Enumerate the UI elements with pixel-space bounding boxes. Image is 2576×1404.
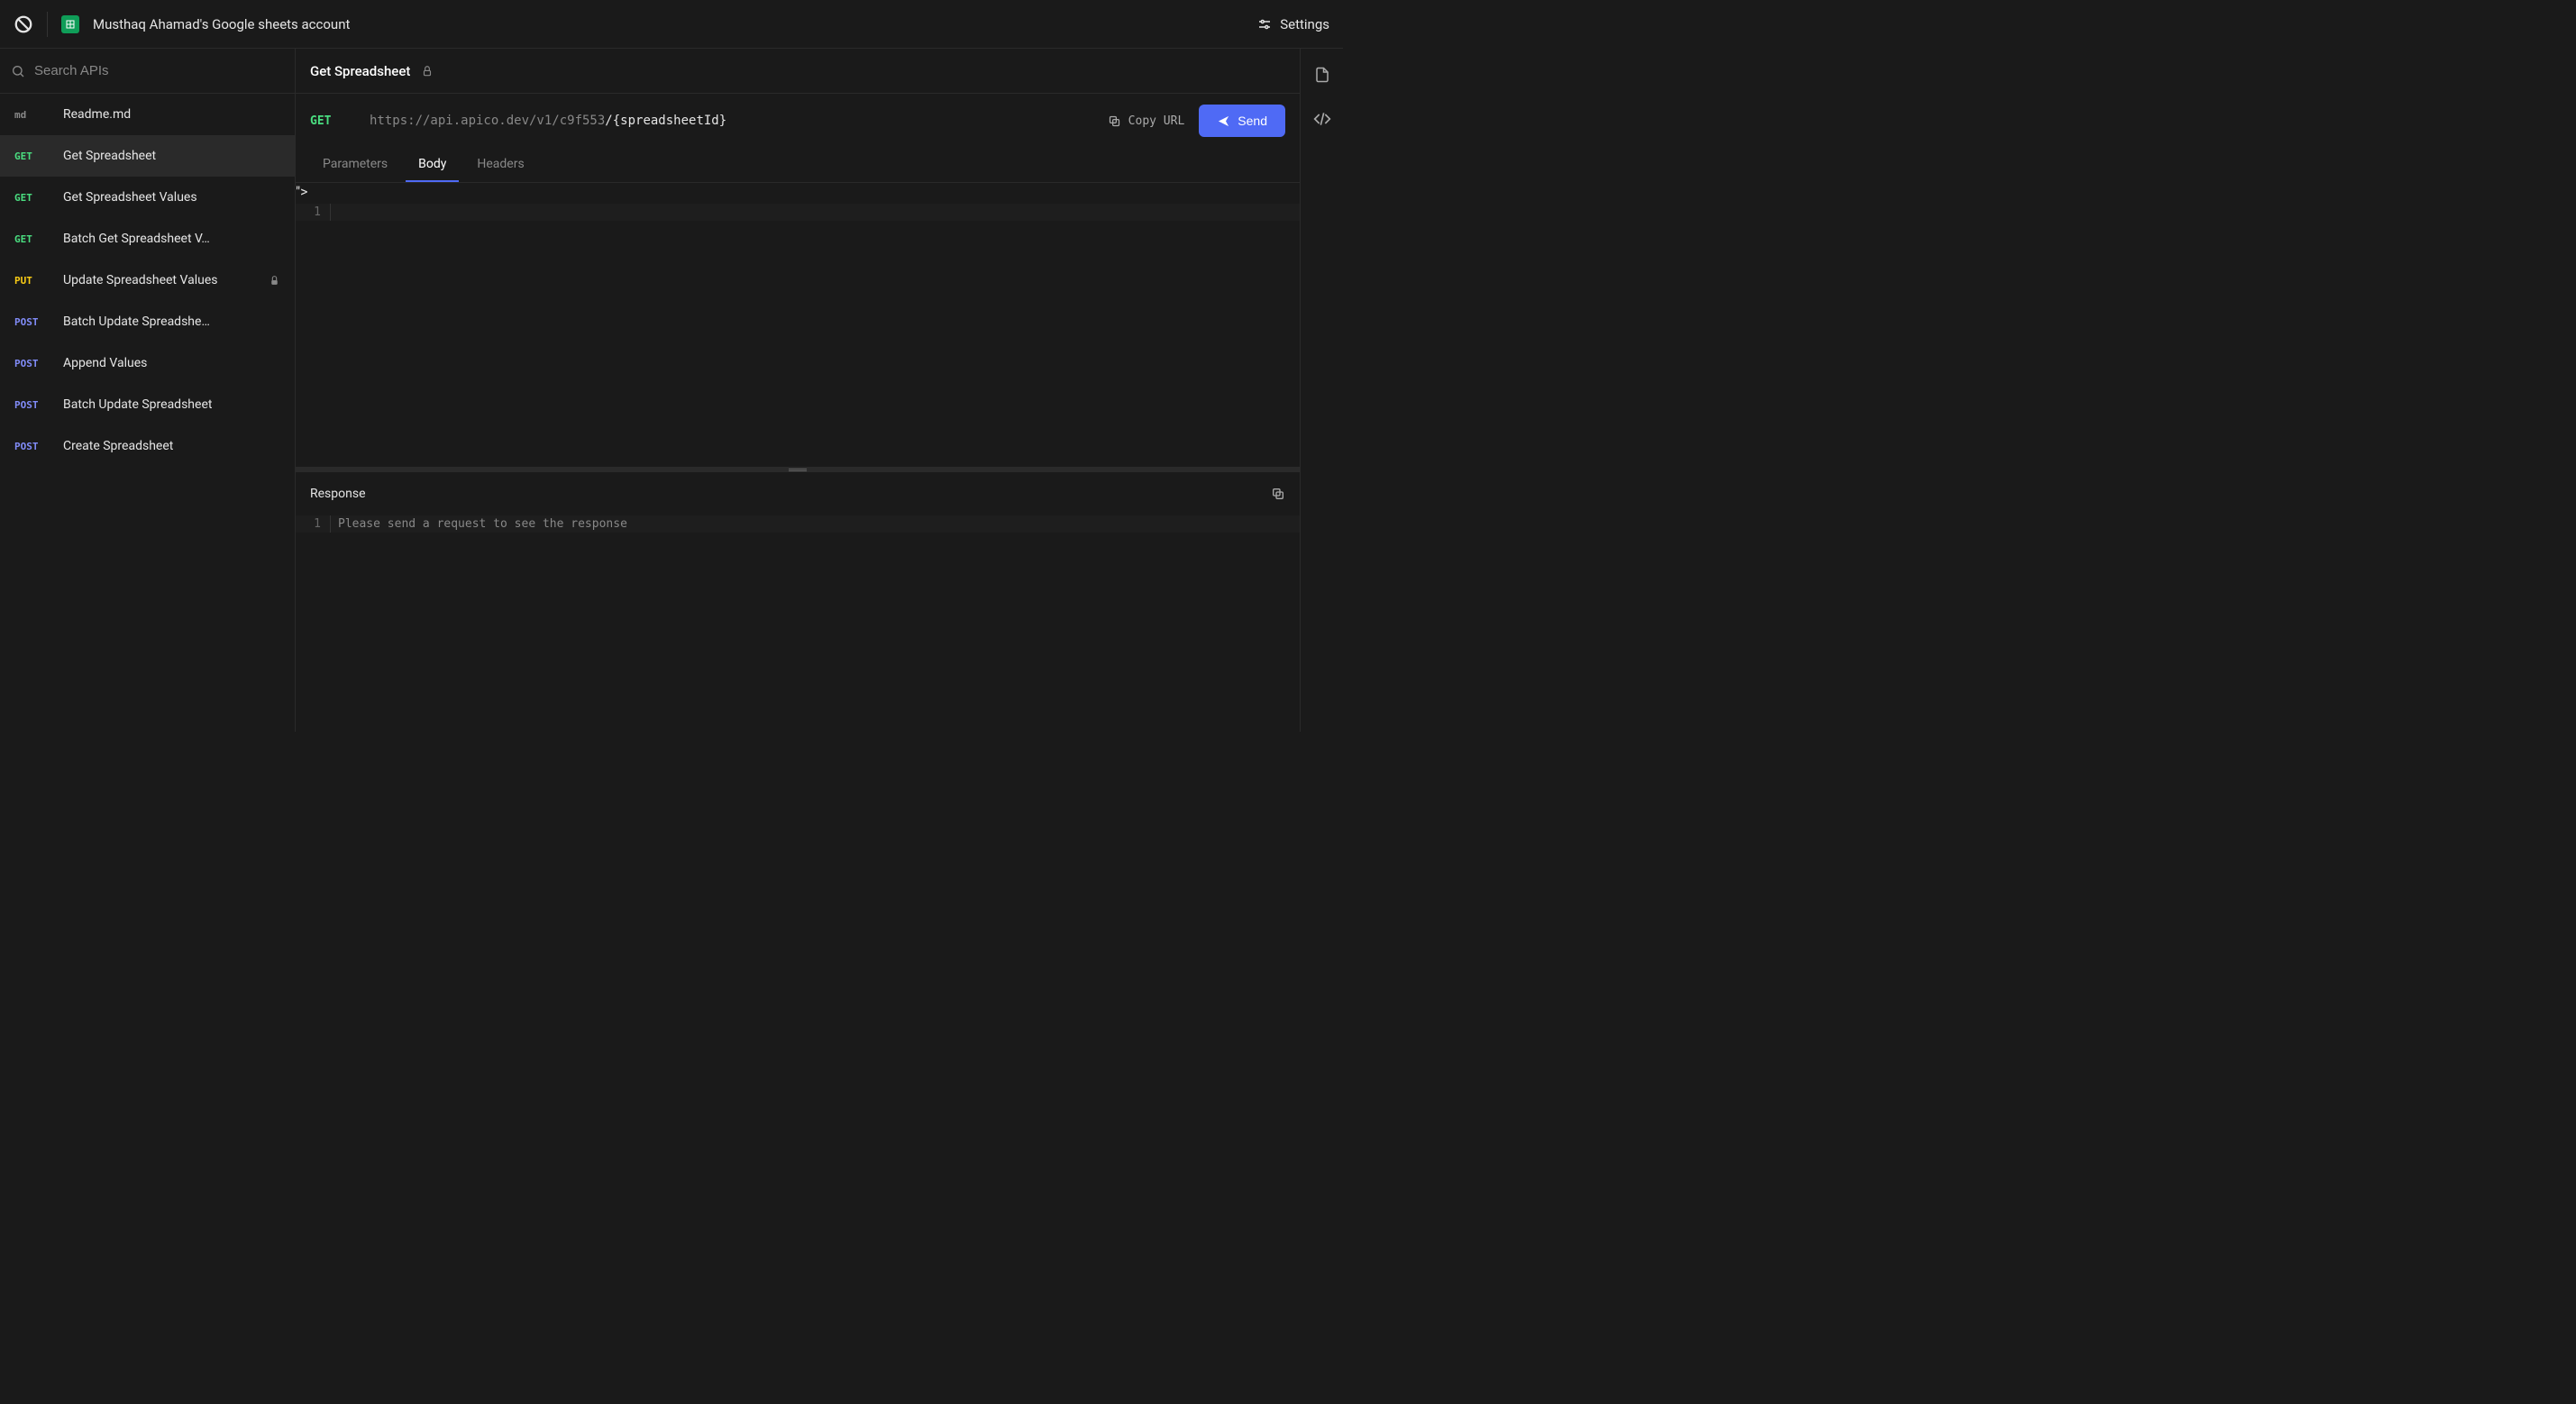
method-badge: PUT <box>14 275 50 287</box>
api-label: Batch Get Spreadsheet V… <box>63 232 280 246</box>
tab-headers[interactable]: Headers <box>464 148 536 182</box>
resize-handle[interactable] <box>296 467 1300 472</box>
title-row: Get Spreadsheet <box>296 49 1300 94</box>
copy-response-button[interactable] <box>1271 487 1285 501</box>
request-url[interactable]: https://api.apico.dev/v1/c9f553/{spreads… <box>370 114 1093 128</box>
line-number: 1 <box>296 515 330 533</box>
top-bar-left: Musthaq Ahamad's Google sheets account <box>14 12 350 37</box>
tab-parameters[interactable]: Parameters <box>310 148 400 182</box>
api-label: Create Spreadsheet <box>63 439 280 453</box>
editor-pane: "> 1 Response <box>296 183 1300 732</box>
settings-label: Settings <box>1280 16 1329 32</box>
api-label: Readme.md <box>63 107 280 122</box>
right-rail <box>1300 49 1343 732</box>
document-icon <box>1314 67 1330 83</box>
tab-body[interactable]: Body <box>406 148 459 182</box>
line-number: 1 <box>296 204 330 221</box>
url-path: /{spreadsheetId} <box>605 114 726 128</box>
method-badge: POST <box>14 358 50 369</box>
resize-grip-icon <box>787 469 808 471</box>
sidebar-item-append-values[interactable]: POST Append Values <box>0 342 295 384</box>
api-label: Append Values <box>63 356 280 370</box>
api-label: Update Spreadsheet Values <box>63 273 256 287</box>
method-badge: GET <box>14 233 50 245</box>
main-area: Get Spreadsheet GET https://api.apico.de… <box>296 49 1343 732</box>
copy-url-label: Copy URL <box>1128 114 1185 128</box>
request-tabs: Parameters Body Headers <box>296 148 1300 183</box>
settings-icon <box>1256 16 1273 32</box>
method-badge: md <box>14 109 50 121</box>
code-view-button[interactable] <box>1313 110 1331 128</box>
method-badge: POST <box>14 441 50 452</box>
divider <box>47 12 48 37</box>
api-label: Get Spreadsheet <box>63 149 280 163</box>
lock-icon <box>269 275 280 287</box>
send-button[interactable]: Send <box>1199 105 1285 137</box>
account-name: Musthaq Ahamad's Google sheets account <box>93 16 350 32</box>
sidebar-item-get-spreadsheet[interactable]: GET Get Spreadsheet <box>0 135 295 177</box>
sidebar-item-batch-update-values[interactable]: POST Batch Update Spreadshe… <box>0 301 295 342</box>
search-bar <box>0 49 295 94</box>
send-icon <box>1217 114 1230 128</box>
api-label: Batch Update Spreadsheet <box>63 397 280 412</box>
response-title: Response <box>310 487 366 501</box>
copy-icon <box>1108 114 1121 128</box>
content-pane: Get Spreadsheet GET https://api.apico.de… <box>296 49 1300 732</box>
api-label: Batch Update Spreadshe… <box>63 315 280 329</box>
api-label: Get Spreadsheet Values <box>63 190 280 205</box>
copy-url-button[interactable]: Copy URL <box>1108 114 1185 128</box>
sidebar: md Readme.md GET Get Spreadsheet GET Get… <box>0 49 296 732</box>
page-title: Get Spreadsheet <box>310 63 410 79</box>
url-row: GET https://api.apico.dev/v1/c9f553/{spr… <box>296 94 1300 148</box>
url-base: https://api.apico.dev/v1/c9f553 <box>370 114 605 128</box>
response-placeholder: Please send a request to see the respons… <box>330 515 1300 533</box>
search-icon <box>11 64 25 78</box>
settings-button[interactable]: Settings <box>1256 16 1329 32</box>
sidebar-item-update-values[interactable]: PUT Update Spreadsheet Values <box>0 260 295 301</box>
sidebar-item-batch-get-values[interactable]: GET Batch Get Spreadsheet V… <box>0 218 295 260</box>
copy-icon <box>1271 487 1285 501</box>
code-icon <box>1313 110 1331 128</box>
google-sheets-icon <box>61 15 79 33</box>
response-editor[interactable]: 1 Please send a request to see the respo… <box>296 515 1300 533</box>
api-list: md Readme.md GET Get Spreadsheet GET Get… <box>0 94 295 732</box>
sidebar-item-readme[interactable]: md Readme.md <box>0 94 295 135</box>
response-section: Response 1 Please send a request to see … <box>296 472 1300 732</box>
method-badge: GET <box>14 192 50 204</box>
search-input[interactable] <box>34 63 284 78</box>
app-logo-icon[interactable] <box>14 14 33 34</box>
body-content <box>330 204 1300 221</box>
top-bar: Musthaq Ahamad's Google sheets account S… <box>0 0 1343 49</box>
method-badge: POST <box>14 399 50 411</box>
method-badge: POST <box>14 316 50 328</box>
send-label: Send <box>1238 114 1267 128</box>
method-badge: GET <box>14 150 50 162</box>
lock-icon <box>421 65 434 77</box>
sidebar-item-create-spreadsheet[interactable]: POST Create Spreadsheet <box>0 425 295 467</box>
request-body-editor[interactable]: 1 <box>296 200 1300 467</box>
request-method: GET <box>310 114 355 128</box>
response-header: Response <box>296 472 1300 515</box>
sidebar-item-batch-update-spreadsheet[interactable]: POST Batch Update Spreadsheet <box>0 384 295 425</box>
document-view-button[interactable] <box>1314 67 1330 83</box>
sidebar-item-get-spreadsheet-values[interactable]: GET Get Spreadsheet Values <box>0 177 295 218</box>
